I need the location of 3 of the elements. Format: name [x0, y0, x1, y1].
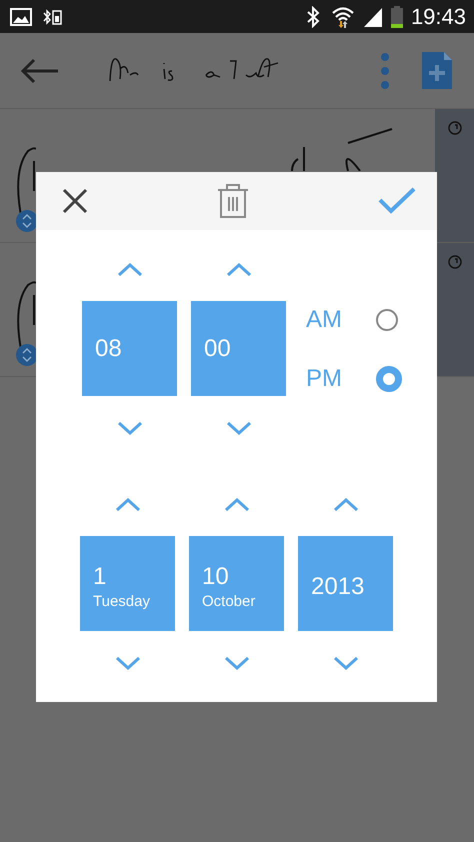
status-time: 19:43 [410, 4, 466, 30]
period-label: AM [306, 306, 343, 334]
period-label: PM [306, 365, 343, 393]
